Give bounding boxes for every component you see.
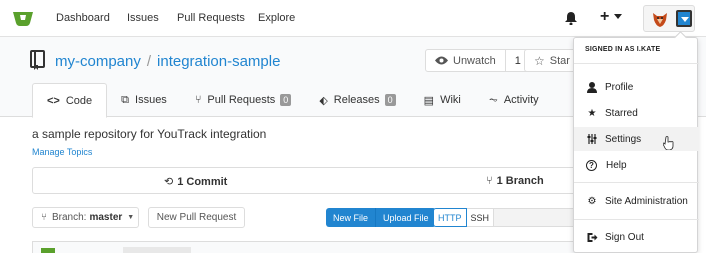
repo-icon [30,50,45,70]
dropdown-divider [574,219,699,220]
menu-item-starred[interactable]: ★ Starred [574,101,699,125]
gitea-logo-icon[interactable] [12,9,34,27]
menu-item-help[interactable]: ? Help [574,153,699,177]
commits-count: 1 Commit [177,176,228,188]
branches-count: 1 Branch [496,175,544,187]
new-pull-request-button[interactable]: New Pull Request [148,207,245,228]
book-icon: ▤ [423,94,435,107]
upload-file-button[interactable]: Upload File [376,208,436,227]
menu-item-starred-label: Starred [605,107,638,119]
plus-icon[interactable]: + [600,8,609,26]
star-icon: ★ [587,107,597,119]
unwatch-label: Unwatch [453,54,496,67]
repo-description: a sample repository for YouTrack integra… [32,127,267,141]
repo-separator: / [146,53,152,70]
star-label: Star [549,54,570,67]
tag-icon: ⬖ [319,94,328,107]
branches-stat[interactable]: ⑂ 1 Branch [486,175,544,187]
top-navbar: Dashboard Issues Pull Requests Explore + [0,0,706,37]
user-dropdown-menu: SIGNED IN AS I.KATE Profile ★ Starred Se… [573,37,699,253]
tab-releases[interactable]: ⬖ Releases 0 [305,83,409,117]
manage-topics-link[interactable]: Manage Topics [32,147,92,157]
avatar [650,9,670,29]
settings-icon [587,134,597,144]
menu-item-help-label: Help [606,159,627,171]
ssh-clone-button[interactable]: SSH [466,208,495,227]
file-actions: New File Upload File [326,208,436,227]
chevron-down-icon[interactable] [676,10,692,27]
branch-selector[interactable]: ⑂ Branch: master ▼ [32,207,139,228]
unwatch-button[interactable]: Unwatch [425,49,506,72]
nav-pull-requests[interactable]: Pull Requests [177,12,245,24]
commits-stat[interactable]: ⟲ 1 Commit [164,175,227,188]
star-outline-icon: ☆ [534,53,545,68]
plus-caret-icon[interactable] [614,14,622,19]
nav-dashboard[interactable]: Dashboard [56,12,110,24]
pull-request-icon: ⑂ [194,94,202,106]
new-file-button[interactable]: New File [326,208,377,227]
menu-item-site-administration[interactable]: ⚙ Site Administration [574,189,699,213]
tab-activity-label: Activity [503,94,539,106]
tab-wiki-label: Wiki [440,94,461,106]
menu-item-site-administration-label: Site Administration [605,195,688,207]
clone-panel: HTTP SSH [433,208,577,227]
pull-requests-count: 0 [280,94,292,106]
tab-code[interactable]: <> Code [32,83,108,118]
repo-name-link[interactable]: integration-sample [157,53,280,70]
branch-name: master [89,212,123,223]
caret-down-icon: ▼ [127,214,135,221]
tab-issues-label: Issues [135,94,167,106]
tab-releases-label: Releases [333,94,380,106]
bell-icon[interactable] [565,12,577,25]
menu-item-settings-label: Settings [605,133,642,145]
repo-title: my-company / integration-sample [55,53,280,70]
menu-item-settings[interactable]: Settings [574,127,699,151]
server-icon: ⚙ [587,195,597,207]
clone-url-input[interactable] [494,208,577,227]
history-icon: ⟲ [164,176,174,188]
issue-icon: ⧉ [121,93,130,106]
branch-prefix: Branch: [52,212,87,223]
nav-issues[interactable]: Issues [127,12,159,24]
commit-author-placeholder [123,247,191,253]
branch-icon: ⑂ [41,212,47,223]
repo-tabs: <> Code ⧉ Issues ⑂ Pull Requests 0 ⬖ Rel… [32,83,553,118]
eye-icon [435,56,448,65]
signed-in-header: SIGNED IN AS I.KATE [585,46,661,53]
user-menu-toggle[interactable] [643,5,695,32]
menu-item-profile[interactable]: Profile [574,75,699,99]
tab-wiki[interactable]: ▤ Wiki [410,83,475,117]
tab-pull-requests-label: Pull Requests [207,94,276,106]
hand-cursor-icon [663,136,674,150]
commit-status-icon [41,248,55,253]
nav-explore[interactable]: Explore [258,12,295,24]
releases-count: 0 [384,94,396,106]
person-icon [587,81,597,93]
tab-code-label: Code [65,94,93,107]
http-clone-button[interactable]: HTTP [433,208,467,227]
code-icon: <> [47,94,60,107]
menu-item-profile-label: Profile [605,81,634,93]
help-icon: ? [586,159,597,171]
tab-activity[interactable]: ⏦ Activity [475,83,553,117]
branch-icon: ⑂ [486,175,493,187]
tab-pull-requests[interactable]: ⑂ Pull Requests 0 [181,83,306,117]
watch-group: Unwatch 1 [425,49,531,72]
tab-issues[interactable]: ⧉ Issues [107,83,181,117]
sign-out-icon [587,232,598,242]
menu-item-sign-out[interactable]: Sign Out [574,225,699,249]
pulse-icon: ⏦ [488,93,498,106]
dropdown-divider [574,63,699,64]
dropdown-divider [574,182,699,183]
menu-item-sign-out-label: Sign Out [605,231,644,243]
repo-owner-link[interactable]: my-company [55,53,141,70]
